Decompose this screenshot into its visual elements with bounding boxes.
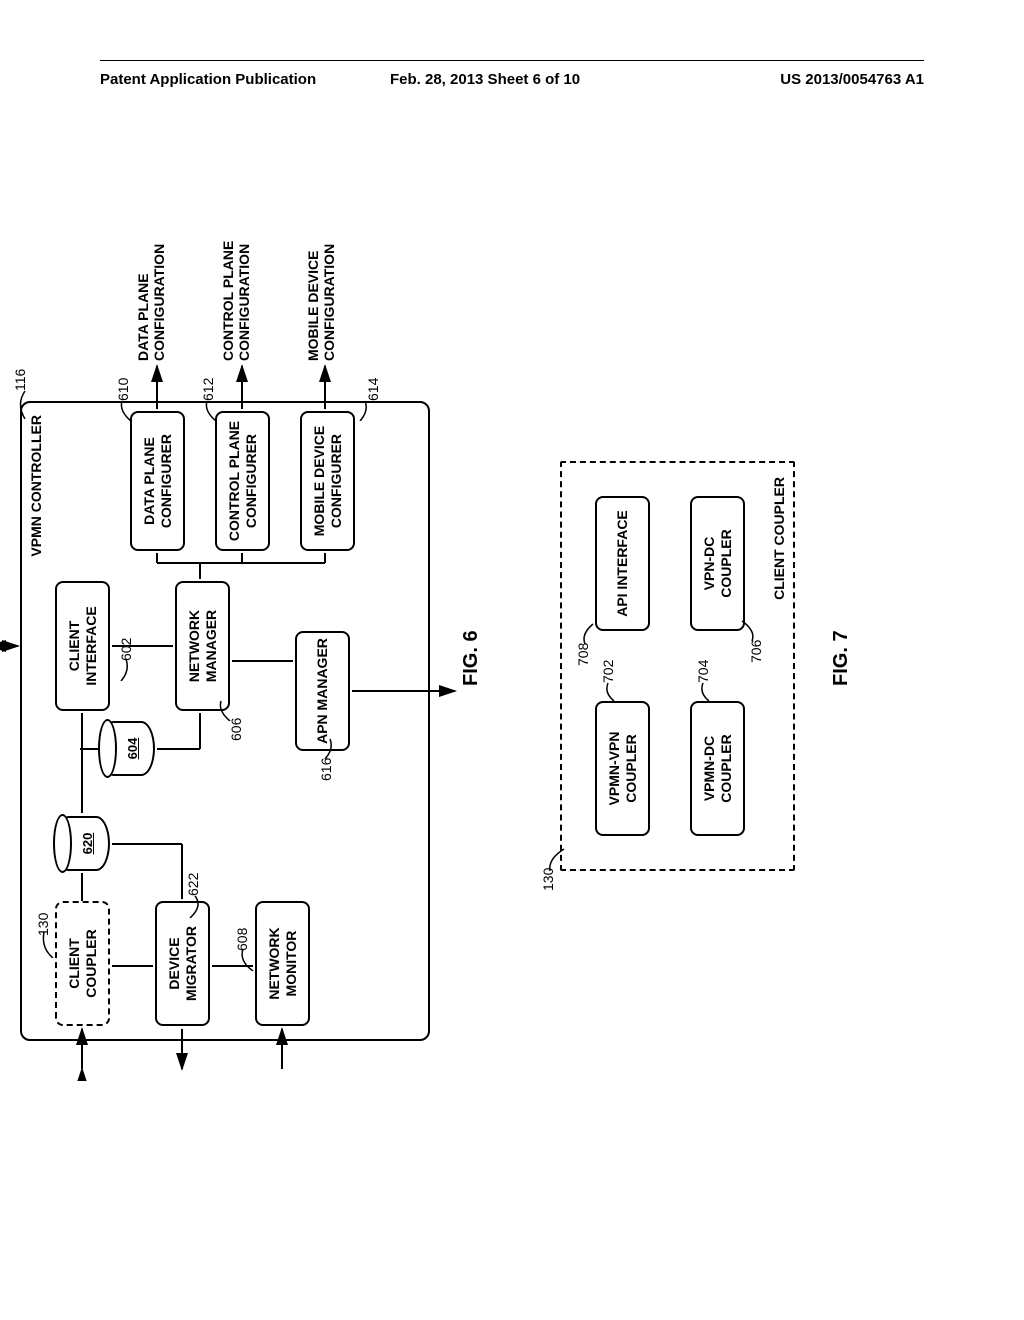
ref-130b: 130 bbox=[540, 868, 556, 891]
ref-702: 702 bbox=[600, 660, 616, 683]
header-center: Feb. 28, 2013 Sheet 6 of 10 bbox=[390, 71, 580, 88]
data-plane-configurer-box: DATA PLANE CONFIGURER bbox=[130, 411, 185, 551]
network-monitor-box: NETWORK MONITOR bbox=[255, 901, 310, 1026]
ref-704: 704 bbox=[695, 660, 711, 683]
ref-606: 606 bbox=[228, 718, 244, 741]
ref-614: 614 bbox=[365, 378, 381, 401]
vpn-dc-coupler-box: VPN-DC COUPLER bbox=[690, 496, 745, 631]
api-interface-box: API INTERFACE bbox=[595, 496, 650, 631]
ref-612: 612 bbox=[200, 378, 216, 401]
network-manager-box: NETWORK MANAGER bbox=[175, 581, 230, 711]
client-interface-box: CLIENT INTERFACE bbox=[55, 581, 110, 711]
device-migrator-box: DEVICE MIGRATOR bbox=[155, 901, 210, 1026]
fig6-caption: FIG. 6 bbox=[460, 630, 483, 686]
control-plane-configurer-box: CONTROL PLANE CONFIGURER bbox=[215, 411, 270, 551]
db-620: 620 bbox=[55, 816, 110, 871]
apn-manager-box: APN MANAGER bbox=[295, 631, 350, 751]
ref-616: 616 bbox=[318, 758, 334, 781]
header-left: Patent Application Publication bbox=[100, 71, 316, 88]
vpmn-vpn-coupler-box: VPMN-VPN COUPLER bbox=[595, 701, 650, 836]
ref-706: 706 bbox=[748, 640, 764, 663]
header-right: US 2013/0054763 A1 bbox=[780, 71, 924, 88]
client-coupler-box: CLIENT COUPLER bbox=[55, 901, 110, 1026]
output-mobile-device: MOBILE DEVICE CONFIGURATION bbox=[305, 211, 337, 361]
ref-622: 622 bbox=[185, 873, 201, 896]
page: Patent Application Publication Feb. 28, … bbox=[100, 60, 924, 1260]
ref-116: 116 bbox=[12, 369, 28, 391]
ref-602: 602 bbox=[118, 638, 134, 661]
vpmn-dc-coupler-box: VPMN-DC COUPLER bbox=[690, 701, 745, 836]
diagram-content: VPMN CONTROLLER 116 CLIENT COUPLER 130 D… bbox=[0, 271, 1024, 1081]
mobile-device-configurer-box: MOBILE DEVICE CONFIGURER bbox=[300, 411, 355, 551]
ref-610: 610 bbox=[115, 378, 131, 401]
db-604: 604 bbox=[100, 721, 155, 776]
ref-708: 708 bbox=[575, 643, 591, 666]
ref-130: 130 bbox=[35, 913, 51, 936]
output-data-plane: DATA PLANE CONFIGURATION bbox=[135, 221, 167, 361]
vpmn-controller-title: VPMN CONTROLLER bbox=[28, 415, 44, 557]
fig7-caption: FIG. 7 bbox=[830, 630, 853, 686]
client-coupler-title: CLIENT COUPLER bbox=[771, 477, 787, 600]
output-control-plane: CONTROL PLANE CONFIGURATION bbox=[220, 211, 252, 361]
ref-608: 608 bbox=[234, 928, 250, 951]
